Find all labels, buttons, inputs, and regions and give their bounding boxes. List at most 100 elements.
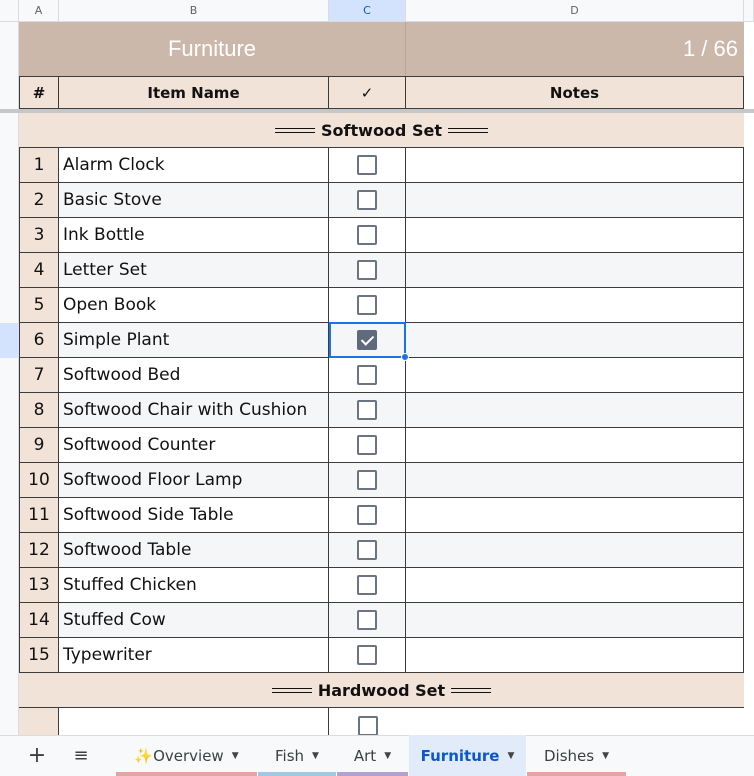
row-number[interactable]: 1	[19, 148, 59, 183]
item-name-cell[interactable]: Basic Stove	[59, 183, 329, 218]
notes-cell[interactable]	[406, 568, 744, 603]
notes-cell[interactable]	[406, 393, 744, 428]
checkbox-icon[interactable]	[357, 435, 377, 455]
item-name-cell[interactable]: Letter Set	[59, 253, 329, 288]
checkbox-cell[interactable]	[329, 498, 406, 533]
row-number[interactable]: 14	[19, 603, 59, 638]
sheet-tab[interactable]: Furniture ▼	[409, 735, 526, 776]
checkbox-icon[interactable]	[357, 400, 377, 420]
checkbox-icon[interactable]	[357, 225, 377, 245]
notes-cell[interactable]	[406, 603, 744, 638]
row-number[interactable]: 10	[19, 463, 59, 498]
row-header-column	[0, 22, 19, 735]
chevron-down-icon[interactable]: ▼	[232, 751, 239, 761]
chevron-down-icon[interactable]: ▼	[602, 751, 609, 761]
row-number[interactable]: 4	[19, 253, 59, 288]
checkbox-cell[interactable]	[329, 253, 406, 288]
checkbox-icon[interactable]	[357, 365, 377, 385]
checkbox-cell[interactable]	[329, 358, 406, 393]
row-number[interactable]: 8	[19, 393, 59, 428]
row-number[interactable]: 15	[19, 638, 59, 673]
checkbox-icon[interactable]	[357, 155, 377, 175]
checkbox-icon[interactable]	[357, 190, 377, 210]
checkbox-icon[interactable]	[357, 610, 377, 630]
item-name-cell[interactable]: Stuffed Chicken	[59, 568, 329, 603]
notes-cell[interactable]	[406, 323, 744, 358]
notes-cell[interactable]	[406, 183, 744, 218]
row-number[interactable]: 7	[19, 358, 59, 393]
item-name-cell[interactable]: Typewriter	[59, 638, 329, 673]
checkbox-icon[interactable]	[357, 260, 377, 280]
row-number[interactable]: 2	[19, 183, 59, 218]
item-name-cell[interactable]: Softwood Floor Lamp	[59, 463, 329, 498]
notes-cell[interactable]	[406, 288, 744, 323]
sheet-tab[interactable]: ✨Overview ▼	[116, 735, 257, 776]
sheet-tab[interactable]: Art ▼	[337, 735, 408, 776]
notes-cell[interactable]	[406, 358, 744, 393]
notes-cell[interactable]	[406, 218, 744, 253]
header-item-name[interactable]: Item Name	[59, 76, 329, 109]
all-sheets-button[interactable]: ≡	[62, 735, 100, 776]
checkbox-cell[interactable]	[329, 533, 406, 568]
checkbox-cell[interactable]	[329, 568, 406, 603]
sheet-title[interactable]: Furniture	[19, 22, 406, 76]
item-name-cell[interactable]: Softwood Chair with Cushion	[59, 393, 329, 428]
row-number[interactable]: 9	[19, 428, 59, 463]
checkbox-cell[interactable]	[329, 603, 406, 638]
item-name-cell[interactable]: Ink Bottle	[59, 218, 329, 253]
item-name-cell[interactable]: Simple Plant	[59, 323, 329, 358]
header-notes[interactable]: Notes	[406, 76, 744, 109]
chevron-down-icon[interactable]: ▼	[507, 751, 514, 761]
item-name-cell[interactable]: Softwood Bed	[59, 358, 329, 393]
row-number[interactable]: 12	[19, 533, 59, 568]
notes-cell[interactable]	[406, 428, 744, 463]
notes-cell[interactable]	[406, 148, 744, 183]
item-name-cell[interactable]: Open Book	[59, 288, 329, 323]
checkbox-icon[interactable]	[357, 575, 377, 595]
row-number[interactable]: 13	[19, 568, 59, 603]
checkbox-cell[interactable]	[329, 288, 406, 323]
notes-cell[interactable]	[406, 498, 744, 533]
notes-cell[interactable]	[406, 463, 744, 498]
checkbox-cell[interactable]	[329, 638, 406, 673]
column-header-d[interactable]: D	[406, 0, 744, 22]
row-number[interactable]: 11	[19, 498, 59, 533]
add-sheet-button[interactable]: +	[22, 735, 52, 776]
checkbox-cell[interactable]	[329, 463, 406, 498]
row-number[interactable]: 3	[19, 218, 59, 253]
sheet-tab[interactable]: Fish ▼	[258, 735, 336, 776]
notes-cell[interactable]	[406, 253, 744, 288]
header-check[interactable]: ✓	[329, 76, 406, 109]
column-header-a[interactable]: A	[19, 0, 59, 22]
progress-counter[interactable]: 1 / 66	[406, 22, 744, 76]
sheet-tab[interactable]: Dishes ▼	[527, 735, 626, 776]
section-header[interactable]: Hardwood Set	[19, 673, 744, 708]
row-number[interactable]: 6	[19, 323, 59, 358]
item-name-cell[interactable]: Softwood Side Table	[59, 498, 329, 533]
select-all-corner[interactable]	[0, 0, 19, 22]
fill-handle[interactable]	[401, 353, 409, 361]
checkbox-cell[interactable]	[329, 183, 406, 218]
notes-cell[interactable]	[406, 638, 744, 673]
checkbox-cell[interactable]	[329, 218, 406, 253]
item-name-cell[interactable]: Stuffed Cow	[59, 603, 329, 638]
checkbox-icon[interactable]	[357, 540, 377, 560]
checkbox-icon[interactable]	[357, 295, 377, 315]
checkbox-icon[interactable]	[357, 645, 377, 665]
column-header-b[interactable]: B	[59, 0, 329, 22]
checkbox-icon[interactable]	[357, 505, 377, 525]
checkbox-icon[interactable]	[357, 470, 377, 490]
column-header-c[interactable]: C	[329, 0, 406, 22]
row-number[interactable]: 5	[19, 288, 59, 323]
item-name-cell[interactable]: Softwood Counter	[59, 428, 329, 463]
checkbox-cell[interactable]	[329, 428, 406, 463]
item-name-cell[interactable]: Softwood Table	[59, 533, 329, 568]
item-name-cell[interactable]: Alarm Clock	[59, 148, 329, 183]
notes-cell[interactable]	[406, 533, 744, 568]
header-number[interactable]: #	[19, 76, 59, 109]
section-header[interactable]: Softwood Set	[19, 113, 744, 148]
checkbox-cell[interactable]	[329, 148, 406, 183]
chevron-down-icon[interactable]: ▼	[312, 751, 319, 761]
checkbox-cell[interactable]	[329, 393, 406, 428]
chevron-down-icon[interactable]: ▼	[384, 751, 391, 761]
